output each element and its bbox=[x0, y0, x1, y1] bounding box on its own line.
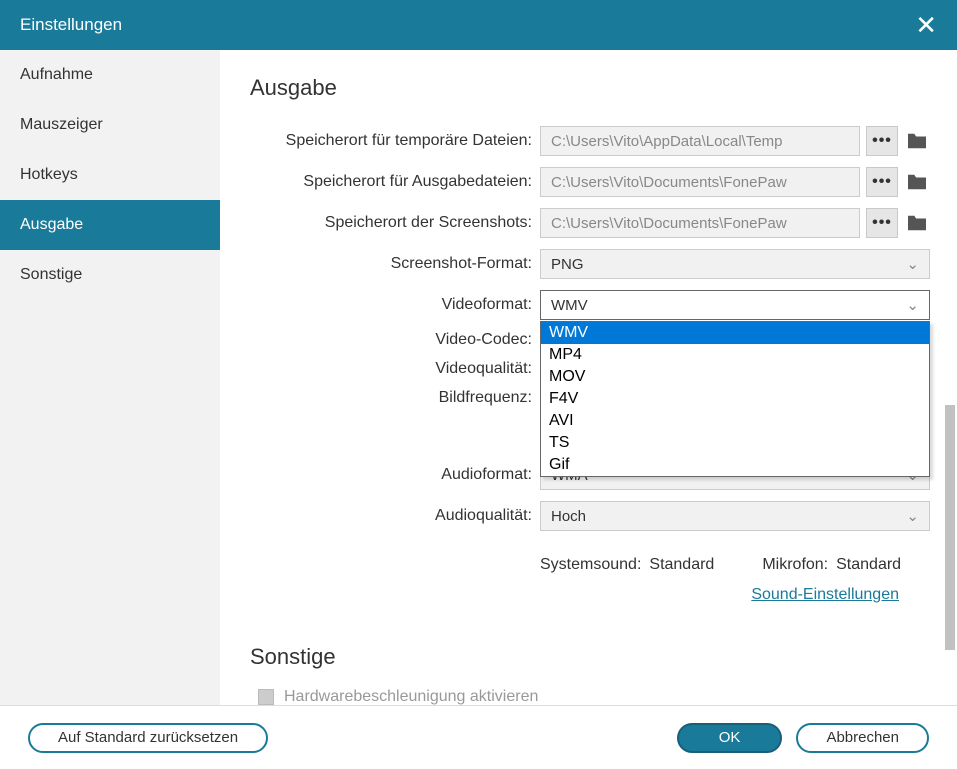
dropdown-option-gif[interactable]: Gif bbox=[541, 454, 929, 476]
sidebar-item-mauszeiger[interactable]: Mauszeiger bbox=[0, 100, 220, 150]
cancel-button[interactable]: Abbrechen bbox=[796, 723, 929, 753]
sidebar: Aufnahme Mauszeiger Hotkeys Ausgabe Sons… bbox=[0, 50, 220, 705]
audio-info-row: Systemsound: Standard Mikrofon: Standard bbox=[250, 556, 937, 574]
label-temp-path: Speicherort für temporäre Dateien: bbox=[250, 132, 540, 150]
dropdown-option-ts[interactable]: TS bbox=[541, 432, 929, 454]
browse-temp-button[interactable]: ••• bbox=[866, 126, 898, 156]
section-heading-output: Ausgabe bbox=[250, 75, 937, 101]
sound-settings-link[interactable]: Sound-Einstellungen bbox=[751, 586, 899, 603]
dropdown-option-f4v[interactable]: F4V bbox=[541, 388, 929, 410]
video-format-dropdown: WMV MP4 MOV F4V AVI TS Gif bbox=[540, 321, 930, 477]
dropdown-option-wmv[interactable]: WMV bbox=[541, 322, 929, 344]
close-icon[interactable]: ✕ bbox=[915, 10, 937, 41]
input-output-path[interactable] bbox=[540, 167, 860, 197]
folder-icon[interactable] bbox=[904, 210, 930, 236]
label-screenshot-format: Screenshot-Format: bbox=[250, 255, 540, 273]
chevron-down-icon: ⌄ bbox=[906, 255, 919, 273]
sidebar-item-ausgabe[interactable]: Ausgabe bbox=[0, 200, 220, 250]
ok-button[interactable]: OK bbox=[677, 723, 783, 753]
sidebar-item-aufnahme[interactable]: Aufnahme bbox=[0, 50, 220, 100]
content-area: Ausgabe Speicherort für temporäre Dateie… bbox=[220, 50, 957, 705]
select-screenshot-format[interactable]: PNG ⌄ bbox=[540, 249, 930, 279]
select-value: WMV bbox=[551, 297, 588, 314]
browse-output-button[interactable]: ••• bbox=[866, 167, 898, 197]
footer: Auf Standard zurücksetzen OK Abbrechen bbox=[0, 705, 957, 769]
dropdown-option-mov[interactable]: MOV bbox=[541, 366, 929, 388]
label-video-quality: Videoqualität: bbox=[250, 360, 540, 378]
label-framerate: Bildfrequenz: bbox=[250, 389, 540, 407]
browse-screenshot-button[interactable]: ••• bbox=[866, 208, 898, 238]
dropdown-option-mp4[interactable]: MP4 bbox=[541, 344, 929, 366]
label-video-format: Videoformat: bbox=[250, 296, 540, 314]
select-video-format[interactable]: WMV ⌄ bbox=[540, 290, 930, 320]
chevron-down-icon: ⌄ bbox=[906, 296, 919, 314]
label-audio-quality: Audioqualität: bbox=[250, 507, 540, 525]
mic-label: Mikrofon: bbox=[762, 556, 828, 574]
label-audio-format: Audioformat: bbox=[250, 466, 540, 484]
folder-icon[interactable] bbox=[904, 128, 930, 154]
select-audio-quality[interactable]: Hoch ⌄ bbox=[540, 501, 930, 531]
title-bar: Einstellungen ✕ bbox=[0, 0, 957, 50]
systemsound-label: Systemsound: bbox=[540, 556, 641, 574]
systemsound-value: Standard bbox=[649, 556, 714, 574]
sidebar-item-sonstige[interactable]: Sonstige bbox=[0, 250, 220, 300]
label-video-codec: Video-Codec: bbox=[250, 331, 540, 349]
input-temp-path[interactable] bbox=[540, 126, 860, 156]
dropdown-option-avi[interactable]: AVI bbox=[541, 410, 929, 432]
sidebar-item-hotkeys[interactable]: Hotkeys bbox=[0, 150, 220, 200]
scrollbar-thumb[interactable] bbox=[945, 405, 955, 650]
section-heading-other: Sonstige bbox=[250, 644, 937, 670]
select-value: Hoch bbox=[551, 508, 586, 525]
window-title: Einstellungen bbox=[20, 15, 122, 35]
folder-icon[interactable] bbox=[904, 169, 930, 195]
checkbox-hw-accel-label: Hardwarebeschleunigung aktivieren bbox=[284, 688, 538, 705]
reset-button[interactable]: Auf Standard zurücksetzen bbox=[28, 723, 268, 753]
label-screenshot-path: Speicherort der Screenshots: bbox=[250, 214, 540, 232]
checkbox-hw-accel[interactable] bbox=[258, 689, 274, 705]
select-value: PNG bbox=[551, 256, 584, 273]
input-screenshot-path[interactable] bbox=[540, 208, 860, 238]
label-output-path: Speicherort für Ausgabedateien: bbox=[250, 173, 540, 191]
chevron-down-icon: ⌄ bbox=[906, 507, 919, 525]
mic-value: Standard bbox=[836, 556, 901, 574]
